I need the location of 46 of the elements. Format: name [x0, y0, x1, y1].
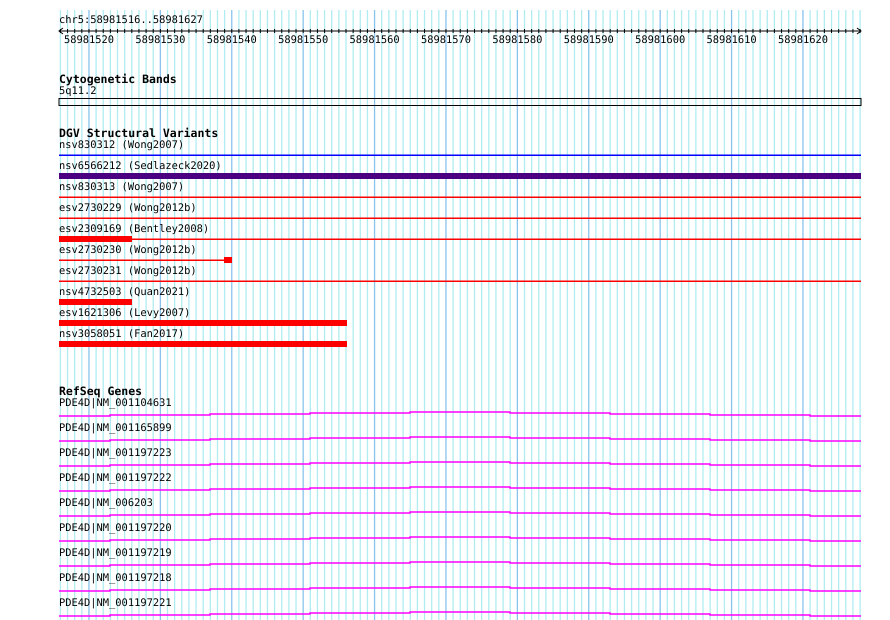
variant-label: nsv6566212 (Sedlazeck2020): [59, 160, 222, 172]
gene-label: PDE4D|NM_001165899: [59, 422, 172, 434]
band-label: 5q11.2: [59, 85, 97, 97]
tick-label: 58981550: [278, 34, 328, 46]
tick-label: 58981560: [350, 34, 400, 46]
gene-label: PDE4D|NM_001197220: [59, 522, 172, 534]
gene-model-drawing[interactable]: [59, 536, 861, 542]
variant-label: nsv3058051 (Fan2017): [59, 328, 184, 340]
gene-label: PDE4D|NM_001197218: [59, 572, 172, 584]
tick-label: 58981590: [564, 34, 614, 46]
track-title: RefSeq Genes: [59, 385, 142, 397]
gene-model-drawing[interactable]: [59, 461, 861, 467]
gene-label: PDE4D|NM_001104631: [59, 397, 172, 409]
tick-label: 58981610: [706, 34, 757, 46]
variant-label: nsv830313 (Wong2007): [59, 181, 184, 193]
variant-label: nsv4732503 (Quan2021): [59, 286, 190, 298]
tick-label: 58981570: [420, 34, 471, 46]
tick-label: 58981620: [778, 34, 828, 46]
variant-label: esv2730231 (Wong2012b): [59, 265, 197, 277]
variant-label: nsv830312 (Wong2007): [59, 139, 184, 151]
gene-model-drawing[interactable]: [59, 411, 861, 417]
gene-label: PDE4D|NM_006203: [59, 497, 153, 509]
tick-label: 58981520: [64, 34, 114, 46]
variant-feature[interactable]: [59, 236, 861, 242]
tick-label: 58981540: [206, 34, 257, 46]
tick-label: 58981600: [635, 34, 686, 46]
track-title: Cytogenetic Bands: [59, 73, 177, 85]
ruler-title: chr5:58981516..58981627: [59, 14, 203, 26]
variant-label: esv2730230 (Wong2012b): [59, 244, 197, 256]
gene-model-drawing[interactable]: [59, 486, 861, 492]
variant-label: esv1621306 (Levy2007): [59, 307, 190, 319]
gene-model-drawing[interactable]: [59, 611, 861, 617]
tick-label: 58981530: [135, 34, 186, 46]
gene-model-drawing[interactable]: [59, 561, 861, 567]
tick-label: 58981580: [492, 34, 542, 46]
gene-model-drawing[interactable]: [59, 586, 861, 592]
gene-label: PDE4D|NM_001197219: [59, 547, 172, 559]
gene-label: PDE4D|NM_001197221: [59, 597, 172, 609]
gene-model-drawing[interactable]: [59, 436, 861, 442]
gene-label: PDE4D|NM_001197223: [59, 447, 172, 459]
variant-label: esv2309169 (Bentley2008): [59, 223, 210, 235]
variant-feature[interactable]: [59, 257, 232, 263]
gene-label: PDE4D|NM_001197222: [59, 472, 172, 484]
gene-model-drawing[interactable]: [59, 511, 861, 517]
variant-label: esv2730229 (Wong2012b): [59, 202, 197, 214]
track-title: DGV Structural Variants: [59, 127, 218, 139]
